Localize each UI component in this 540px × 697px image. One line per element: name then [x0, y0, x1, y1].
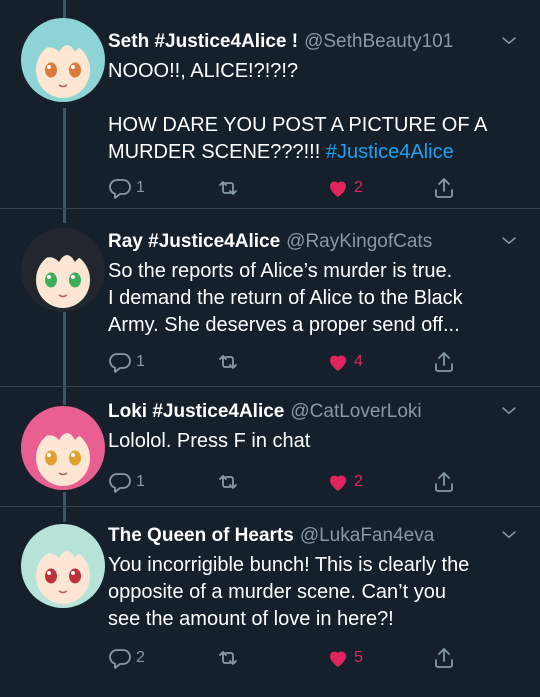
tweet-text: Lololol. Press F in chat: [108, 430, 311, 452]
handle[interactable]: @SethBeauty101: [304, 31, 453, 52]
like-button[interactable]: 2: [326, 470, 363, 494]
display-name[interactable]: Ray #Justice4Alice: [108, 231, 280, 252]
tweet-actions: 25: [0, 646, 540, 670]
like-icon: [330, 651, 346, 667]
handle[interactable]: @CatLoverLoki: [290, 401, 421, 422]
display-name[interactable]: Seth #Justice4Alice !: [108, 31, 298, 52]
share-button[interactable]: [432, 646, 456, 670]
display-name[interactable]: Loki #Justice4Alice: [108, 401, 284, 422]
tweet-text: So the reports of Alice’s murder is true…: [108, 260, 463, 336]
like-count: 4: [354, 353, 363, 370]
reply-count: 1: [136, 473, 145, 490]
retweet-icon: [219, 181, 237, 195]
chevron-down-icon[interactable]: [500, 232, 518, 250]
retweet-button[interactable]: [216, 646, 244, 670]
like-count: 5: [354, 649, 363, 666]
reply-icon: [109, 649, 131, 669]
tweet[interactable]: Ray #Justice4Alice @RayKingofCats So the …: [0, 208, 540, 387]
handle[interactable]: @RayKingofCats: [286, 231, 432, 252]
retweet-icon: [219, 475, 237, 489]
like-icon: [330, 475, 346, 491]
like-icon: [330, 181, 346, 197]
handle[interactable]: @LukaFan4eva: [300, 525, 434, 546]
like-button[interactable]: 5: [326, 646, 363, 670]
chevron-down-icon[interactable]: [500, 32, 518, 50]
display-name[interactable]: The Queen of Hearts: [108, 525, 294, 546]
share-icon: [435, 178, 453, 198]
tweet-text: You incorrigible bunch! This is clearly …: [108, 554, 470, 630]
retweet-icon: [219, 355, 237, 369]
like-button[interactable]: 2: [326, 176, 363, 200]
like-count: 2: [354, 473, 363, 490]
reply-count: 1: [136, 353, 145, 370]
reply-button[interactable]: 1: [108, 176, 145, 200]
reply-icon: [109, 353, 131, 373]
retweet-icon: [219, 651, 237, 665]
chevron-down-icon[interactable]: [500, 402, 518, 420]
avatar[interactable]: [21, 18, 105, 102]
tweet[interactable]: Loki #Justice4Alice @CatLoverLoki Lololol…: [0, 386, 540, 507]
like-button[interactable]: 4: [326, 350, 363, 374]
reply-button[interactable]: 2: [108, 646, 145, 670]
share-button[interactable]: [432, 176, 456, 200]
tweet-actions: 12: [0, 470, 540, 494]
reply-button[interactable]: 1: [108, 470, 145, 494]
tweet-actions: 14: [0, 350, 540, 374]
avatar-face-icon: [21, 18, 105, 102]
reply-icon: [109, 473, 131, 493]
tweet-actions: 12: [0, 176, 540, 200]
share-button[interactable]: [432, 470, 456, 494]
like-icon: [330, 355, 346, 371]
retweet-button[interactable]: [216, 350, 244, 374]
reply-button[interactable]: 1: [108, 350, 145, 374]
avatar-face-icon: [21, 524, 105, 608]
tweet[interactable]: Seth #Justice4Alice ! @SethBeauty101 NOOO…: [0, 0, 540, 209]
chevron-down-icon[interactable]: [500, 526, 518, 544]
tweet[interactable]: The Queen of Hearts @LukaFan4eva You inco…: [0, 506, 540, 697]
reply-icon: [109, 179, 131, 199]
share-button[interactable]: [432, 350, 456, 374]
tweet-header: The Queen of Hearts @LukaFan4eva: [108, 524, 520, 548]
share-icon: [435, 352, 453, 372]
avatar-face-icon: [21, 228, 105, 312]
hashtag-link[interactable]: #Justice4Alice: [326, 141, 454, 163]
avatar[interactable]: [21, 524, 105, 608]
share-icon: [435, 648, 453, 668]
share-icon: [435, 472, 453, 492]
retweet-button[interactable]: [216, 470, 244, 494]
tweet-header: Ray #Justice4Alice @RayKingofCats: [108, 230, 520, 254]
tweet-header: Loki #Justice4Alice @CatLoverLoki: [108, 400, 520, 424]
tweet-header: Seth #Justice4Alice ! @SethBeauty101: [108, 30, 520, 54]
avatar[interactable]: [21, 228, 105, 312]
tweet-text: NOOO!!, ALICE!?!?!? HOW DARE YOU POST A …: [108, 60, 488, 163]
like-count: 2: [354, 179, 363, 196]
reply-count: 2: [136, 649, 145, 666]
retweet-button[interactable]: [216, 176, 244, 200]
reply-count: 1: [136, 179, 145, 196]
